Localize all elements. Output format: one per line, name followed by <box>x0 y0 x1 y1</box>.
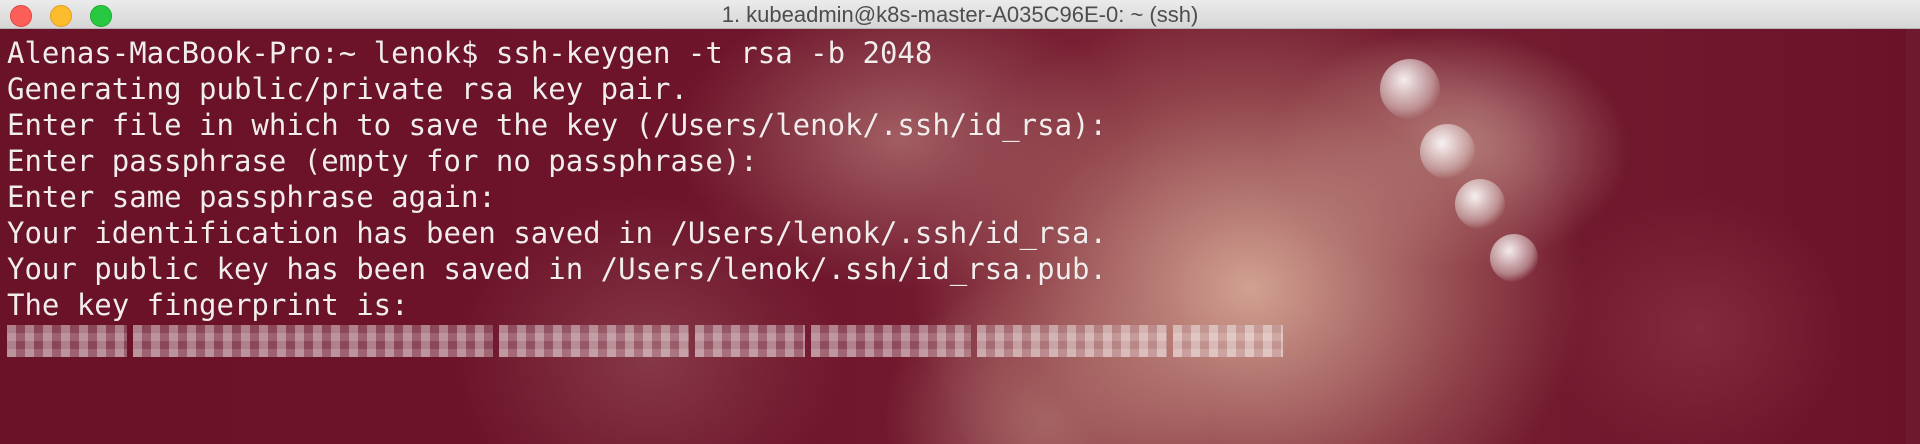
redacted-block <box>499 325 689 357</box>
background-decoration <box>1490 234 1538 282</box>
redacted-block <box>811 325 971 357</box>
redacted-block <box>1173 325 1283 357</box>
redacted-block <box>695 325 805 357</box>
redacted-block <box>7 325 127 357</box>
scrollbar[interactable] <box>1906 29 1920 444</box>
terminal-line: Enter file in which to save the key (/Us… <box>7 108 1107 142</box>
terminal-line: The key fingerprint is: <box>7 288 409 322</box>
background-decoration <box>1380 59 1440 119</box>
terminal-line: Enter same passphrase again: <box>7 180 496 214</box>
title-bar[interactable]: 1. kubeadmin@k8s-master-A035C96E-0: ~ (s… <box>0 0 1920 29</box>
terminal-line: Your identification has been saved in /U… <box>7 216 1107 250</box>
redacted-block <box>133 325 493 357</box>
terminal-output: Alenas-MacBook-Pro:~ lenok$ ssh-keygen -… <box>7 35 1107 323</box>
redacted-block <box>977 325 1167 357</box>
redacted-fingerprint <box>7 325 1283 357</box>
terminal-window: 1. kubeadmin@k8s-master-A035C96E-0: ~ (s… <box>0 0 1920 444</box>
terminal-body[interactable]: Alenas-MacBook-Pro:~ lenok$ ssh-keygen -… <box>0 29 1920 444</box>
window-title: 1. kubeadmin@k8s-master-A035C96E-0: ~ (s… <box>721 2 1199 27</box>
terminal-line-command: Alenas-MacBook-Pro:~ lenok$ ssh-keygen -… <box>7 36 933 70</box>
terminal-line: Generating public/private rsa key pair. <box>7 72 688 106</box>
background-decoration <box>1455 179 1505 229</box>
terminal-line: Enter passphrase (empty for no passphras… <box>7 144 758 178</box>
background-decoration <box>1420 124 1475 179</box>
terminal-line: Your public key has been saved in /Users… <box>7 252 1107 286</box>
